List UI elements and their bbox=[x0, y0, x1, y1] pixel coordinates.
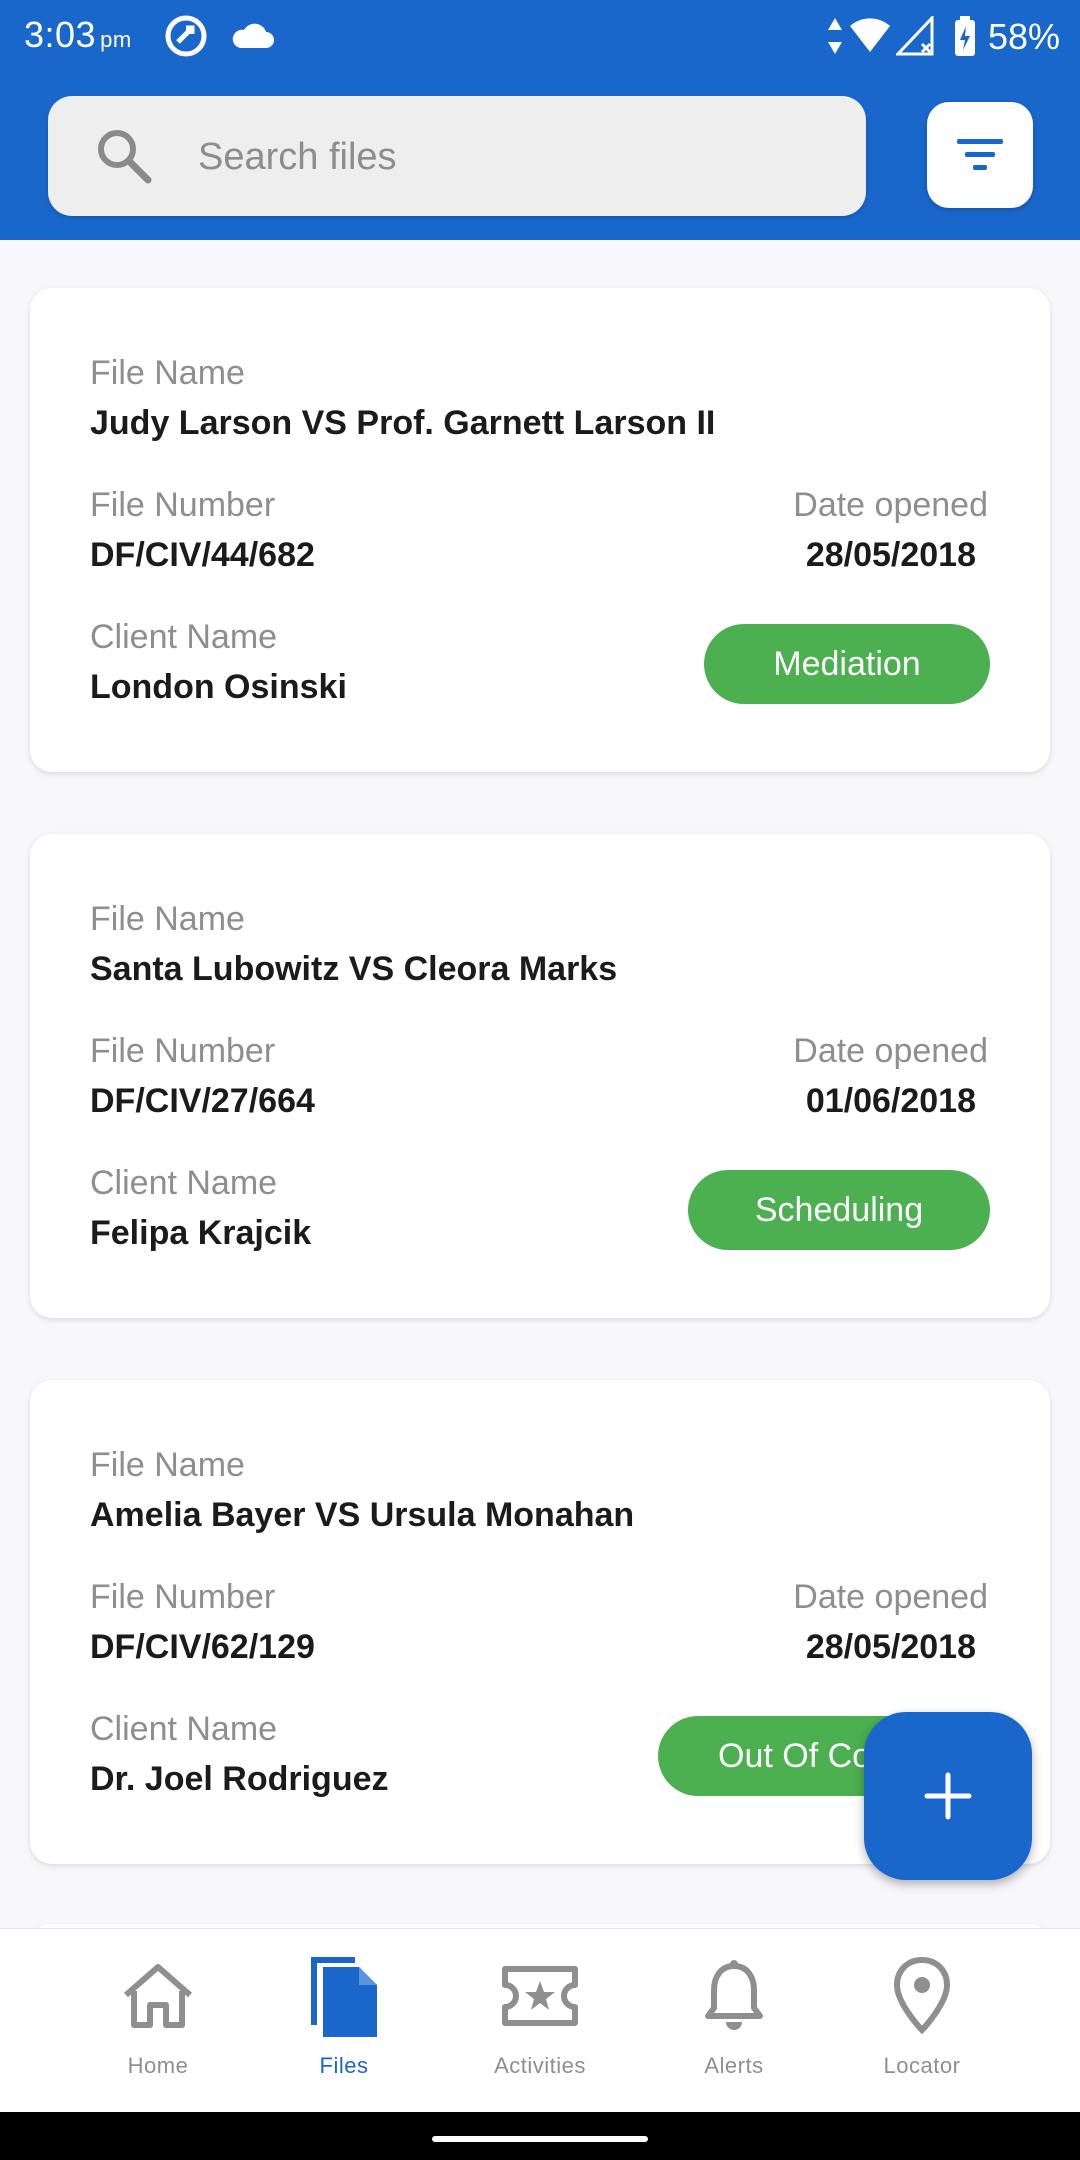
nav-item-home[interactable]: Home bbox=[68, 1929, 248, 2113]
cloud-icon bbox=[232, 23, 274, 48]
file-number-value: DF/CIV/44/682 bbox=[90, 536, 315, 574]
file-name-label: File Name bbox=[90, 900, 245, 938]
nav-label-activities: Activities bbox=[494, 2053, 586, 2078]
wifi-icon bbox=[850, 18, 890, 52]
file-card[interactable]: File Name Santa Lubowitz VS Cleora Marks… bbox=[30, 834, 1050, 1318]
home-icon bbox=[124, 1964, 192, 2028]
status-time-ampm: pm bbox=[100, 27, 132, 52]
client-name-value: Dr. Joel Rodriguez bbox=[90, 1760, 389, 1798]
date-opened-label: Date opened bbox=[793, 1032, 988, 1070]
status-bar: 3:03 pm 58% bbox=[0, 0, 1080, 72]
file-name-value: Amelia Bayer VS Ursula Monahan bbox=[90, 1496, 635, 1534]
app-header: 3:03 pm 58% bbox=[0, 0, 1080, 240]
bottom-navigation: Home Files Activities Alerts Locator bbox=[0, 1928, 1080, 2113]
status-time-value: 3:03 bbox=[24, 14, 97, 55]
ticket-icon bbox=[502, 1966, 578, 2026]
client-name-value: Felipa Krajcik bbox=[90, 1214, 312, 1252]
file-name-value: Santa Lubowitz VS Cleora Marks bbox=[90, 950, 618, 988]
file-number-label: File Number bbox=[90, 486, 276, 524]
notification-app-icon bbox=[165, 15, 207, 57]
battery-icon bbox=[955, 16, 975, 56]
nav-label-files: Files bbox=[319, 2053, 369, 2078]
client-name-value: London Osinski bbox=[90, 668, 347, 706]
date-opened-value: 28/05/2018 bbox=[805, 1628, 976, 1666]
date-opened-label: Date opened bbox=[793, 1578, 988, 1616]
bell-icon bbox=[705, 1960, 763, 2030]
data-transfer-icon bbox=[828, 18, 842, 54]
search-input[interactable] bbox=[196, 126, 840, 188]
client-name-label: Client Name bbox=[90, 1710, 278, 1748]
location-pin-icon bbox=[893, 1956, 951, 2035]
nav-item-files[interactable]: Files bbox=[254, 1929, 434, 2113]
nav-item-locator[interactable]: Locator bbox=[832, 1929, 1012, 2113]
cell-signal-icon bbox=[896, 16, 934, 56]
plus-icon bbox=[924, 1772, 972, 1820]
file-name-label: File Name bbox=[90, 1446, 245, 1484]
filter-icon bbox=[957, 139, 1003, 170]
home-gesture-handle[interactable] bbox=[432, 2136, 648, 2142]
file-number-label: File Number bbox=[90, 1032, 276, 1070]
status-badge: Mediation bbox=[704, 624, 990, 704]
nav-item-activities[interactable]: Activities bbox=[450, 1929, 630, 2113]
date-opened-label: Date opened bbox=[793, 486, 988, 524]
file-name-value: Judy Larson VS Prof. Garnett Larson II bbox=[90, 404, 716, 442]
battery-percentage: 58% bbox=[987, 16, 1060, 57]
file-card[interactable]: File Name Judy Larson VS Prof. Garnett L… bbox=[30, 288, 1050, 772]
client-name-label: Client Name bbox=[90, 1164, 278, 1202]
search-icon bbox=[98, 130, 152, 184]
status-badge: Scheduling bbox=[688, 1170, 990, 1250]
nav-item-alerts[interactable]: Alerts bbox=[644, 1929, 824, 2113]
file-number-value: DF/CIV/62/129 bbox=[90, 1628, 315, 1666]
add-file-button[interactable] bbox=[864, 1712, 1032, 1880]
file-number-label: File Number bbox=[90, 1578, 276, 1616]
file-number-value: DF/CIV/27/664 bbox=[90, 1082, 315, 1120]
client-name-label: Client Name bbox=[90, 618, 278, 656]
nav-label-alerts: Alerts bbox=[704, 2053, 764, 2078]
date-opened-value: 01/06/2018 bbox=[805, 1082, 976, 1120]
file-name-label: File Name bbox=[90, 354, 245, 392]
nav-label-home: Home bbox=[127, 2053, 189, 2078]
date-opened-value: 28/05/2018 bbox=[805, 536, 976, 574]
search-bar[interactable] bbox=[48, 96, 866, 216]
filter-button[interactable] bbox=[927, 102, 1033, 208]
file-icon bbox=[311, 1957, 377, 2037]
nav-label-locator: Locator bbox=[883, 2053, 961, 2078]
status-time: 3:03 pm bbox=[24, 14, 132, 56]
